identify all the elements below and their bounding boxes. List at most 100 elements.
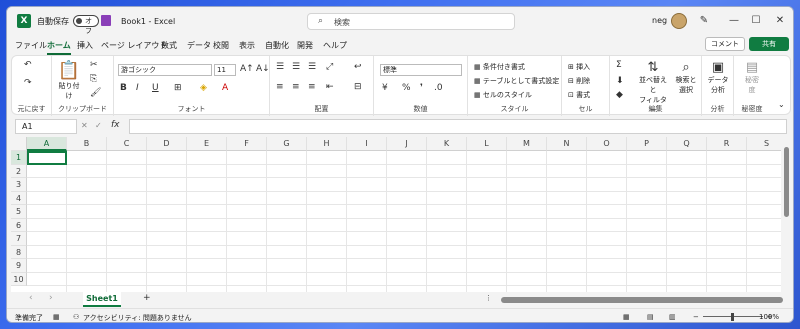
maximize-button[interactable]: ☐: [745, 12, 767, 30]
clear-icon[interactable]: ◆: [616, 90, 623, 100]
normal-view-icon[interactable]: ▦: [623, 313, 630, 321]
select-all-corner[interactable]: [11, 137, 27, 151]
save-icon[interactable]: [101, 15, 111, 26]
comment-button[interactable]: コメント: [705, 37, 745, 51]
row-header-10[interactable]: 10: [11, 272, 27, 286]
font-name-select[interactable]: 游ゴシック: [118, 64, 212, 76]
column-header-i[interactable]: I: [347, 137, 387, 151]
tab-help[interactable]: ヘルプ: [323, 40, 347, 51]
undo-icon[interactable]: ↶: [24, 60, 32, 70]
format-as-table-button[interactable]: ▦ テーブルとして書式設定: [474, 76, 559, 86]
tab-developer[interactable]: 開発: [297, 40, 313, 51]
column-header-f[interactable]: F: [227, 137, 267, 151]
cancel-icon[interactable]: ✕: [81, 121, 88, 130]
tab-view[interactable]: 表示: [239, 40, 255, 51]
column-header-p[interactable]: P: [627, 137, 667, 151]
row-header-1[interactable]: 1: [11, 151, 27, 165]
font-color-icon[interactable]: A: [222, 83, 228, 93]
cut-icon[interactable]: ✂: [90, 60, 98, 70]
tab-insert[interactable]: 挿入: [77, 40, 93, 51]
zoom-out-icon[interactable]: −: [693, 313, 699, 321]
fill-icon[interactable]: ⬇: [616, 76, 624, 86]
sheet-prev-icon[interactable]: ‹: [29, 293, 33, 303]
align-right-icon[interactable]: ≡: [308, 82, 316, 92]
column-header-m[interactable]: M: [507, 137, 547, 151]
column-header-s[interactable]: S: [747, 137, 781, 151]
cell-styles-button[interactable]: ▦ セルのスタイル: [474, 90, 532, 100]
column-header-j[interactable]: J: [387, 137, 427, 151]
column-header-e[interactable]: E: [187, 137, 227, 151]
tab-page-layout[interactable]: ページ レイアウト: [101, 40, 167, 51]
row-header-5[interactable]: 5: [11, 205, 27, 219]
tab-home[interactable]: ホーム: [47, 40, 71, 55]
align-bottom-icon[interactable]: ☰: [308, 62, 316, 72]
row-header-8[interactable]: 8: [11, 245, 27, 259]
column-header-b[interactable]: B: [67, 137, 107, 151]
selected-cell-a1[interactable]: [27, 151, 67, 165]
page-layout-icon[interactable]: ▤: [647, 313, 654, 321]
horizontal-scrollbar[interactable]: [501, 297, 783, 303]
row-header-9[interactable]: 9: [11, 259, 27, 273]
font-size-select[interactable]: 11: [214, 64, 236, 76]
pen-icon[interactable]: ✎: [693, 12, 715, 30]
collapse-ribbon-icon[interactable]: ⌄: [778, 100, 785, 109]
zoom-level[interactable]: 100%: [759, 313, 779, 321]
merge-icon[interactable]: ⊟: [354, 82, 362, 92]
tab-data[interactable]: データ: [187, 40, 211, 51]
enter-icon[interactable]: ✓: [95, 121, 102, 130]
underline-icon[interactable]: U: [152, 83, 159, 93]
align-middle-icon[interactable]: ☰: [292, 62, 300, 72]
tab-file[interactable]: ファイル: [15, 40, 47, 51]
accessibility-status[interactable]: アクセシビリティ: 問題ありません: [83, 313, 192, 322]
vertical-scroll-thumb[interactable]: [784, 147, 789, 217]
percent-icon[interactable]: %: [402, 83, 411, 93]
column-header-g[interactable]: G: [267, 137, 307, 151]
macro-record-icon[interactable]: ▦: [53, 313, 60, 321]
number-format-select[interactable]: 標準: [380, 64, 462, 76]
analyze-data-button[interactable]: ▣ データ 分析: [704, 60, 732, 95]
currency-icon[interactable]: ¥: [382, 83, 388, 93]
minimize-button[interactable]: —: [723, 12, 745, 30]
tab-automate[interactable]: 自動化: [265, 40, 289, 51]
fill-color-icon[interactable]: ◈: [200, 83, 207, 93]
row-header-4[interactable]: 4: [11, 191, 27, 205]
border-icon[interactable]: ⊞: [174, 83, 182, 93]
align-left-icon[interactable]: ≡: [276, 82, 284, 92]
spreadsheet-grid[interactable]: A B C D E F G H I J K L M N O P Q R S 1 2 3 4 5 6 7 8 9 10: [11, 137, 781, 292]
share-button[interactable]: 共有: [749, 37, 789, 51]
conditional-format-button[interactable]: ▦ 条件付き書式: [474, 62, 525, 72]
close-button[interactable]: ✕: [769, 12, 791, 30]
decimal-icon[interactable]: .0: [434, 83, 443, 93]
row-header-7[interactable]: 7: [11, 232, 27, 246]
function-icon[interactable]: fx: [111, 120, 120, 130]
tab-formulas[interactable]: 数式: [161, 40, 177, 51]
shrink-font-icon[interactable]: A↓: [256, 64, 270, 74]
column-header-a[interactable]: A: [27, 137, 67, 151]
autosave[interactable]: 自動保存 オフ: [37, 13, 99, 35]
column-header-n[interactable]: N: [547, 137, 587, 151]
format-painter-icon[interactable]: 🖌: [90, 88, 101, 98]
column-header-l[interactable]: L: [467, 137, 507, 151]
redo-icon[interactable]: ↷: [24, 78, 32, 88]
align-center-icon[interactable]: ≡: [292, 82, 300, 92]
indent-icon[interactable]: ⇤: [326, 82, 334, 92]
column-header-c[interactable]: C: [107, 137, 147, 151]
align-top-icon[interactable]: ☰: [276, 62, 284, 72]
autosave-toggle[interactable]: オフ: [73, 15, 99, 35]
delete-cells-button[interactable]: ⊟ 削除: [568, 76, 590, 86]
sheet-next-icon[interactable]: ›: [49, 293, 53, 303]
grow-font-icon[interactable]: A↑: [240, 64, 254, 74]
formula-input[interactable]: [129, 119, 787, 134]
find-select-button[interactable]: ⌕ 検索と 選択: [672, 60, 700, 95]
bold-icon[interactable]: B: [120, 83, 127, 93]
column-header-d[interactable]: D: [147, 137, 187, 151]
comma-icon[interactable]: ❜: [420, 83, 423, 93]
row-header-6[interactable]: 6: [11, 218, 27, 232]
row-header-3[interactable]: 3: [11, 178, 27, 192]
sheet-tab-sheet1[interactable]: Sheet1: [83, 292, 121, 307]
copy-icon[interactable]: ⎘: [90, 74, 97, 84]
column-header-o[interactable]: O: [587, 137, 627, 151]
autosum-icon[interactable]: Σ: [616, 60, 622, 70]
insert-cells-button[interactable]: ⊞ 挿入: [568, 62, 590, 72]
column-header-r[interactable]: R: [707, 137, 747, 151]
